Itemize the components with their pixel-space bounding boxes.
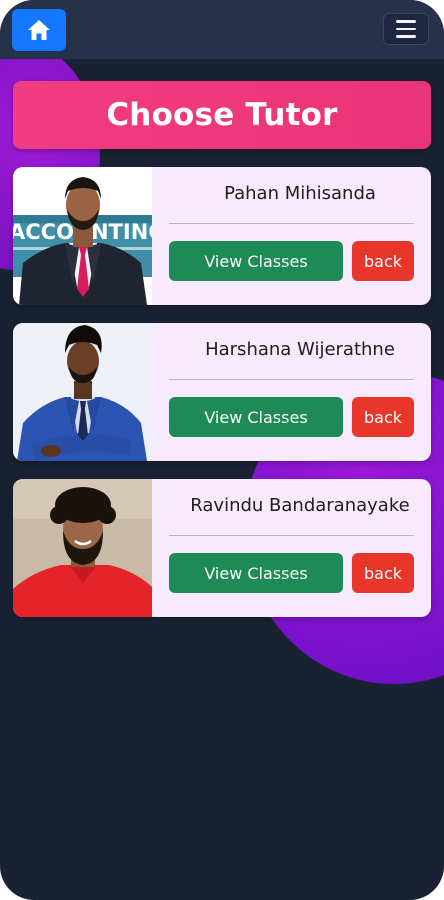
phone-screen: Choose Tutor ACCOUNTING xyxy=(0,0,444,900)
hamburger-menu-icon-bar xyxy=(396,35,416,38)
back-button[interactable]: back xyxy=(352,397,414,437)
top-navbar xyxy=(0,0,444,59)
card-divider xyxy=(169,379,414,380)
tutor-photo xyxy=(13,479,152,617)
tutor-photo xyxy=(13,323,152,461)
tutor-card: Harshana Wijerathne View Classes back xyxy=(13,323,431,461)
card-divider xyxy=(169,223,414,224)
tutor-name: Pahan Mihisanda xyxy=(224,183,376,204)
tutor-name: Ravindu Bandaranayake xyxy=(190,495,410,516)
view-classes-button[interactable]: View Classes xyxy=(169,397,343,437)
view-classes-button[interactable]: View Classes xyxy=(169,241,343,281)
page-title: Choose Tutor xyxy=(106,97,338,133)
tutor-card: ACCOUNTING Pahan Mihis xyxy=(13,167,431,305)
home-button[interactable] xyxy=(12,9,66,51)
header-banner: Choose Tutor xyxy=(13,81,431,149)
tutor-name: Harshana Wijerathne xyxy=(205,339,395,360)
home-icon xyxy=(28,20,50,40)
hamburger-menu-icon xyxy=(396,20,416,23)
view-classes-button[interactable]: View Classes xyxy=(169,553,343,593)
menu-toggle-button[interactable] xyxy=(383,13,429,45)
tutor-card: Ravindu Bandaranayake View Classes back xyxy=(13,479,431,617)
card-divider xyxy=(169,535,414,536)
back-button[interactable]: back xyxy=(352,241,414,281)
hamburger-menu-icon-bar xyxy=(396,27,416,31)
back-button[interactable]: back xyxy=(352,553,414,593)
tutor-photo: ACCOUNTING xyxy=(13,167,152,305)
